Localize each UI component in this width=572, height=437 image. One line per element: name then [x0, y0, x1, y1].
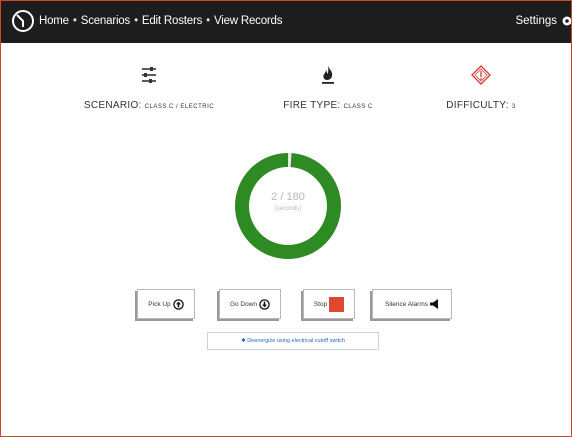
- fire-type-label-text: FIRE TYPE:: [283, 100, 341, 111]
- timer-ring: 2 / 180 (seconds): [233, 151, 343, 261]
- warning-diamond-icon: [471, 65, 491, 85]
- pick-up-label: Pick Up: [148, 300, 171, 308]
- scenario-value: CLASS C / ELECTRIC: [144, 104, 215, 110]
- fire-type-label: FIRE TYPE: CLASS C: [263, 100, 393, 111]
- app-frame: Home • Scenarios • Edit Rosters • View Records…: [0, 0, 572, 437]
- difficulty-label-text: DIFFICULTY:: [446, 100, 509, 111]
- nav-separator: •: [206, 15, 210, 27]
- breadcrumb-nav: Home • Scenarios • Edit Rosters • View Records: [39, 15, 282, 27]
- difficulty-value: 3: [511, 104, 516, 110]
- app-logo-icon[interactable]: [11, 9, 35, 33]
- stop-square: [329, 296, 345, 312]
- stop-square-icon: [329, 296, 345, 312]
- stop-button[interactable]: Stop: [303, 289, 355, 319]
- top-nav-bar: Home • Scenarios • Edit Rosters • View Records…: [1, 1, 571, 43]
- gear-icon: [562, 16, 571, 26]
- nav-scenarios-link[interactable]: Scenarios: [81, 15, 131, 27]
- go-down-label: Go Down: [229, 300, 258, 308]
- nav-view-records-link[interactable]: View Records: [214, 15, 283, 27]
- deenergize-hint-link[interactable]: ✱ Deenergize using electrical cutoff swi…: [207, 332, 379, 350]
- settings-label: Settings: [515, 15, 557, 27]
- scenario-label: SCENARIO: CLASS C / ELECTRIC: [59, 100, 239, 111]
- nav-separator: •: [134, 15, 138, 27]
- scenario-label-text: SCENARIO:: [83, 100, 142, 111]
- nav-edit-rosters-link[interactable]: Edit Rosters: [142, 15, 202, 27]
- pick-up-button[interactable]: Pick Up: [137, 289, 195, 319]
- timer-count: 2 / 180: [271, 191, 305, 203]
- timer-readout: 2 / 180 (seconds): [233, 191, 343, 212]
- nav-separator: •: [72, 15, 77, 27]
- silence-alarms-label: Silence Alarms: [385, 300, 428, 308]
- deenergize-hint-text: ✱ Deenergize using electrical cutoff swi…: [241, 338, 345, 344]
- timer-unit: (seconds): [274, 206, 302, 212]
- settings-menu[interactable]: Settings: [515, 15, 571, 27]
- arrow-up-circle-icon: [172, 298, 184, 310]
- difficulty-info: DIFFICULTY: 3: [421, 65, 541, 111]
- fire-type-value: CLASS C: [343, 104, 373, 110]
- scenario-info: SCENARIO: CLASS C / ELECTRIC: [59, 65, 239, 111]
- sliders-icon: [142, 67, 156, 83]
- flame-icon: [322, 66, 334, 84]
- arrow-down-circle-icon: [259, 298, 270, 310]
- go-down-button[interactable]: Go Down: [219, 289, 281, 319]
- stop-label: Stop: [313, 300, 328, 308]
- silence-alarms-button[interactable]: Silence Alarms: [372, 289, 452, 319]
- speaker-icon: [430, 299, 438, 309]
- nav-home-link[interactable]: Home: [39, 15, 69, 27]
- fire-type-info: FIRE TYPE: CLASS C: [263, 65, 393, 111]
- difficulty-label: DIFFICULTY: 3: [421, 100, 541, 111]
